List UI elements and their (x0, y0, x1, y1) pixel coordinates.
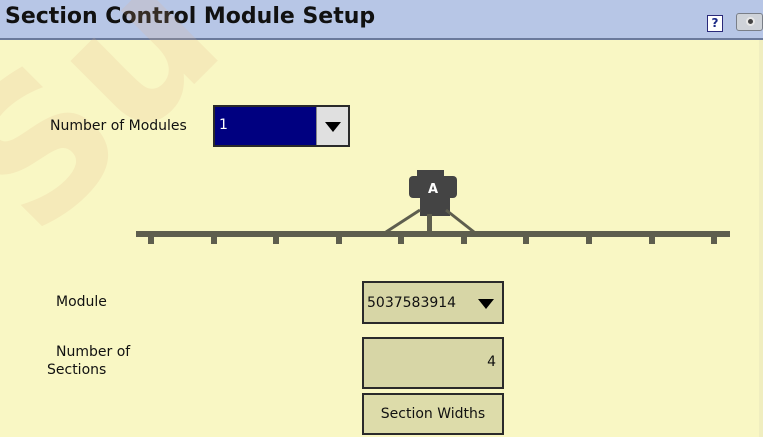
module-dropdown[interactable]: 5037583914 (362, 281, 504, 324)
module-label: Module (56, 294, 107, 310)
chevron-down-icon (478, 298, 494, 309)
sections-field[interactable]: 4 (362, 337, 504, 389)
sections-label-line2: Sections (47, 362, 107, 378)
module-dropdown-button[interactable] (470, 283, 502, 322)
tank-label: A (428, 182, 438, 197)
module-value: 5037583914 (367, 295, 457, 311)
sprayer-tank: A (385, 170, 475, 234)
boom (136, 231, 730, 244)
sections-label-line1: Number of (56, 344, 131, 360)
sections-value: 4 (487, 354, 496, 370)
section-widths-button[interactable]: Section Widths (362, 393, 504, 435)
